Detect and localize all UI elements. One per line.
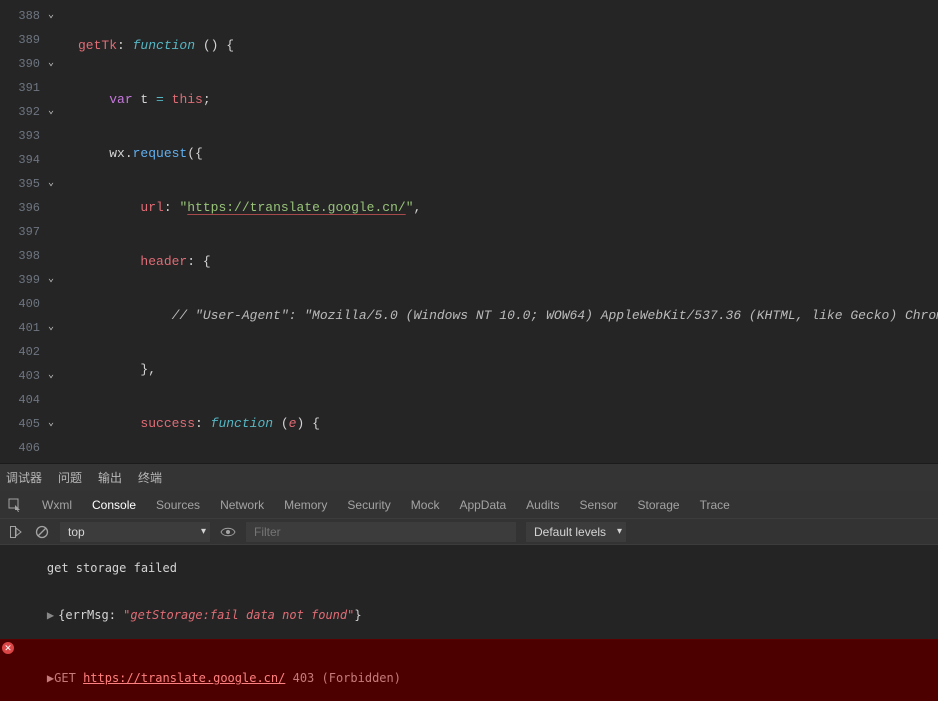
- line-number-gutter: 388⌄ 389⌄ 390⌄ 391⌄ 392⌄ 393⌄ 394⌄ 395⌄ …: [0, 0, 62, 463]
- fold-arrow[interactable]: ⌄: [46, 179, 56, 189]
- tab-trace[interactable]: Trace: [700, 498, 730, 512]
- tab-console[interactable]: Console: [92, 498, 136, 512]
- inspect-icon[interactable]: [8, 498, 22, 512]
- tab-wxml[interactable]: Wxml: [42, 498, 72, 512]
- fold-arrow[interactable]: ⌄: [46, 107, 56, 117]
- tab-appdata[interactable]: AppData: [459, 498, 506, 512]
- tab-output[interactable]: 输出: [98, 469, 122, 486]
- code-content[interactable]: getTk: function () { var t = this; wx.re…: [62, 0, 938, 463]
- bottom-panel-tabs: 调试器 问题 输出 终端: [0, 463, 938, 491]
- fold-arrow[interactable]: ⌄: [46, 59, 56, 69]
- fold-arrow[interactable]: ⌄: [46, 275, 56, 285]
- fold-arrow[interactable]: ⌄: [46, 419, 56, 429]
- play-icon[interactable]: [8, 524, 24, 540]
- tab-mock[interactable]: Mock: [411, 498, 440, 512]
- console-error: ✕ ▶GET https://translate.google.cn/ 403 …: [0, 639, 938, 701]
- fold-arrow[interactable]: ⌄: [46, 11, 56, 21]
- tab-storage[interactable]: Storage: [638, 498, 680, 512]
- code-editor[interactable]: 388⌄ 389⌄ 390⌄ 391⌄ 392⌄ 393⌄ 394⌄ 395⌄ …: [0, 0, 938, 463]
- clear-console-icon[interactable]: [34, 524, 50, 540]
- tab-problems[interactable]: 问题: [58, 469, 82, 486]
- expand-arrow-icon[interactable]: ▶: [47, 608, 54, 622]
- console-toolbar: top Default levels: [0, 519, 938, 545]
- error-icon: ✕: [2, 642, 14, 654]
- fold-arrow[interactable]: ⌄: [46, 323, 56, 333]
- console-output[interactable]: get storage failed ▶{errMsg: "getStorage…: [0, 545, 938, 701]
- tab-audits[interactable]: Audits: [526, 498, 559, 512]
- tab-network[interactable]: Network: [220, 498, 264, 512]
- tab-sources[interactable]: Sources: [156, 498, 200, 512]
- context-selector[interactable]: top: [60, 522, 210, 542]
- console-message: get storage failed: [0, 545, 938, 592]
- log-level-selector[interactable]: Default levels: [526, 522, 626, 542]
- error-link[interactable]: https://translate.google.cn/: [83, 671, 285, 685]
- devtools-tabstrip: Wxml Console Sources Network Memory Secu…: [0, 491, 938, 519]
- console-message: ▶{errMsg: "getStorage:fail data not foun…: [0, 592, 938, 639]
- filter-input[interactable]: [246, 522, 516, 542]
- fold-arrow[interactable]: ⌄: [46, 371, 56, 381]
- tab-memory[interactable]: Memory: [284, 498, 327, 512]
- tab-debugger[interactable]: 调试器: [6, 469, 42, 486]
- tab-terminal[interactable]: 终端: [138, 469, 162, 486]
- eye-icon[interactable]: [220, 524, 236, 540]
- tab-sensor[interactable]: Sensor: [580, 498, 618, 512]
- tab-security[interactable]: Security: [347, 498, 390, 512]
